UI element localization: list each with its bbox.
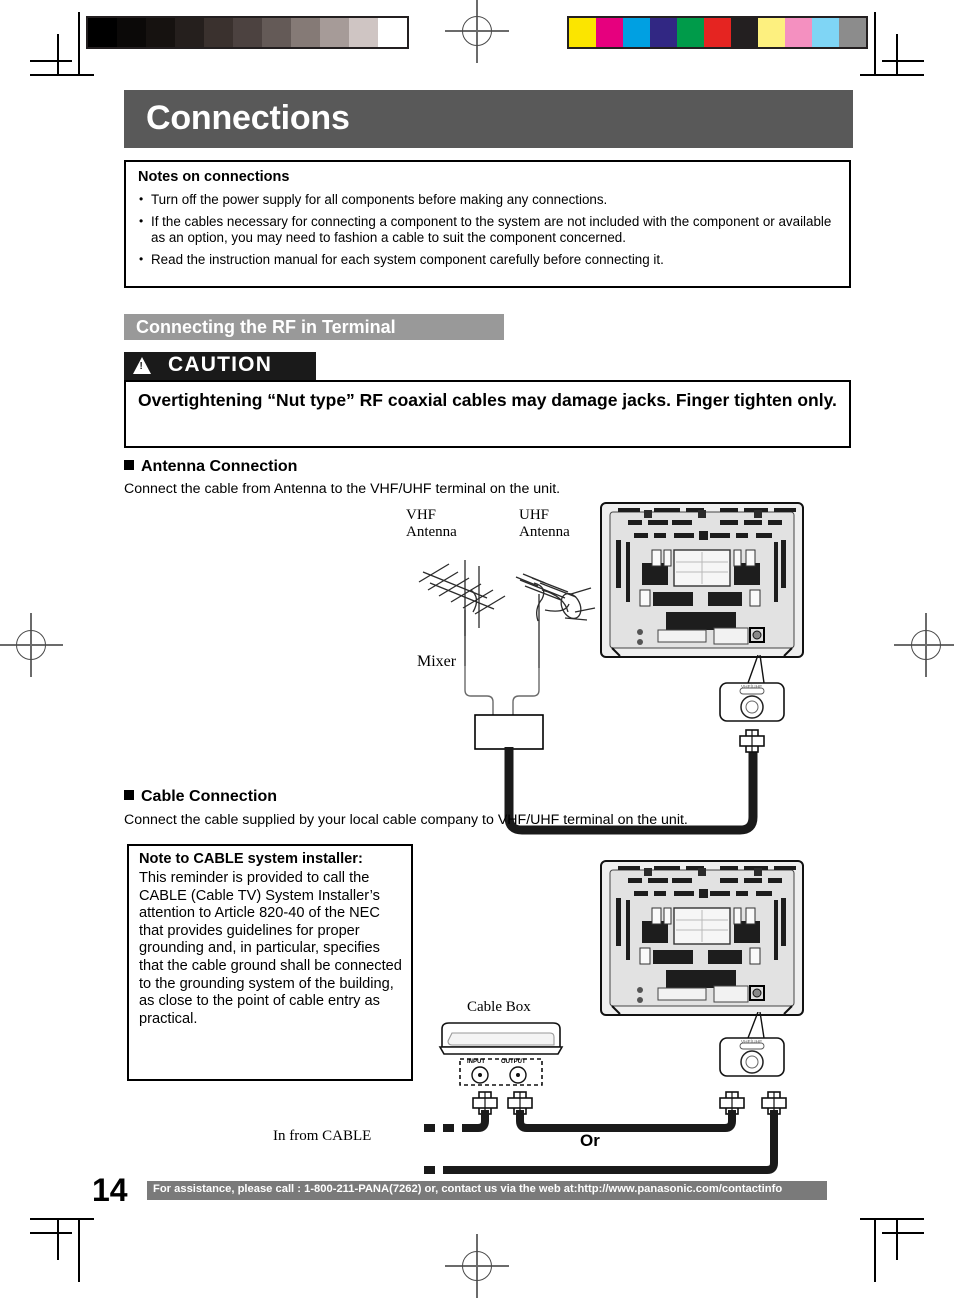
cable-installer-note-box: Note to CABLE system installer: This rem… bbox=[127, 844, 413, 1081]
cable-connection-heading: Cable Connection bbox=[124, 788, 277, 806]
tv-rear-illustration bbox=[600, 502, 804, 658]
cable-installer-note-heading: Note to CABLE system installer: bbox=[139, 851, 363, 867]
cable-box-output-label: OUTPUT bbox=[501, 1059, 526, 1065]
tv-rear-panel-bottom bbox=[598, 858, 806, 1018]
cable-box-illustration: INPUT OUTPUT bbox=[438, 1021, 568, 1091]
cable-box-label: Cable Box bbox=[467, 999, 531, 1015]
vhf-antenna-label-line2: Antenna bbox=[406, 524, 457, 540]
bullet-square-icon-2 bbox=[124, 790, 134, 800]
or-label: Or bbox=[580, 1131, 600, 1150]
cable-installer-note-text: This reminder is provided to call the CA… bbox=[139, 870, 402, 1027]
page-number: 14 bbox=[92, 1172, 128, 1208]
antenna-connection-heading-text: Antenna Connection bbox=[141, 458, 298, 475]
page-title: Connections bbox=[146, 99, 350, 137]
cable-connection-heading-text: Cable Connection bbox=[141, 788, 278, 805]
section-heading: Connecting the RF in Terminal bbox=[136, 317, 396, 337]
uhf-antenna-label-line1: UHF bbox=[519, 507, 550, 523]
notes-on-connections-box: Notes on connections Turn off the power … bbox=[124, 160, 851, 288]
caution-message-box: Overtightening “Nut type” RF coaxial cab… bbox=[124, 380, 851, 448]
antenna-connection-heading: Antenna Connection bbox=[124, 458, 297, 476]
notes-list-item: If the cables necessary for connecting a… bbox=[138, 213, 838, 247]
vhf-antenna-label-line1: VHF bbox=[406, 507, 437, 523]
coax-connector-top bbox=[738, 728, 766, 754]
bullet-square-icon bbox=[124, 460, 134, 470]
cable-connection-body: Connect the cable supplied by your local… bbox=[124, 812, 688, 828]
caution-text: Overtightening “Nut type” RF coaxial cab… bbox=[138, 390, 837, 410]
caution-label-bar: CAUTION bbox=[124, 352, 316, 380]
f-connector-icon bbox=[739, 729, 765, 753]
page-title-bar: Connections bbox=[124, 90, 853, 148]
mixer-box bbox=[474, 714, 544, 750]
warning-triangle-icon bbox=[133, 357, 151, 374]
tv-rear-panel-top bbox=[598, 500, 806, 660]
notes-heading: Notes on connections bbox=[138, 169, 290, 185]
cable-box-input-label: INPUT bbox=[467, 1059, 485, 1065]
tv-rear-illustration-2 bbox=[600, 860, 804, 1016]
footer-assistance-text: For assistance, please call : 1-800-211-… bbox=[153, 1183, 783, 1195]
footer-assistance-bar: For assistance, please call : 1-800-211-… bbox=[147, 1181, 827, 1200]
rf-jack-callout-label-2: VHF/UHF bbox=[741, 1039, 763, 1044]
antenna-connection-body: Connect the cable from Antenna to the VH… bbox=[124, 481, 561, 497]
rf-jack-callout-illustration-2 bbox=[719, 1012, 785, 1077]
notes-list: Turn off the power supply for all compon… bbox=[138, 191, 838, 273]
rf-jack-callout-bottom: VHF/UHF bbox=[700, 1012, 810, 1102]
notes-list-item: Turn off the power supply for all compon… bbox=[138, 191, 838, 209]
rf-jack-callout-label: VHF/UHF bbox=[741, 684, 763, 689]
uhf-antenna-label-line2: Antenna bbox=[519, 524, 570, 540]
section-header-bar: Connecting the RF in Terminal bbox=[124, 314, 504, 340]
in-from-cable-label: In from CABLE bbox=[273, 1128, 372, 1144]
antenna-illustration bbox=[418, 560, 596, 750]
cable-box-drawing bbox=[438, 1022, 564, 1086]
notes-list-item: Read the instruction manual for each sys… bbox=[138, 251, 838, 269]
caution-label: CAUTION bbox=[168, 353, 273, 376]
